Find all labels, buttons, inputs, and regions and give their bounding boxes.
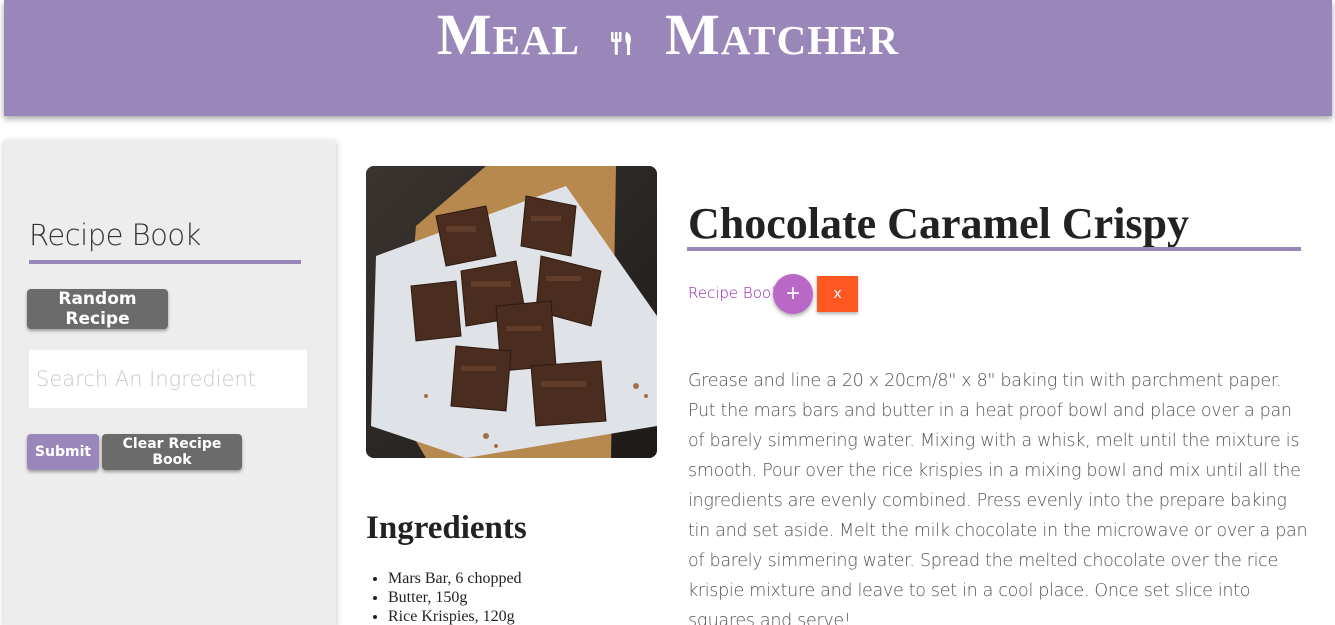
ingredient-item: Butter, 150g <box>388 588 522 607</box>
logo-text-left: Meal <box>436 2 580 67</box>
clear-recipe-book-button[interactable]: Clear Recipe Book <box>102 434 242 470</box>
ingredient-search-input[interactable] <box>29 350 307 408</box>
recipe-title-underline <box>687 247 1301 251</box>
recipe-instructions: Grease and line a 20 x 20cm/8" x 8" baki… <box>688 371 1308 625</box>
remove-button[interactable]: x <box>817 276 858 312</box>
sidebar-title: Recipe Book <box>29 218 201 252</box>
random-recipe-button[interactable]: Random Recipe <box>27 289 168 329</box>
recipe-title: Chocolate Caramel Crispy <box>688 199 1190 248</box>
ingredients-list: Mars Bar, 6 chopped Butter, 150g Rice Kr… <box>388 569 522 625</box>
recipe-book-link[interactable]: Recipe Book <box>688 284 780 302</box>
sidebar-title-underline <box>29 260 301 264</box>
ingredients-heading: Ingredients <box>366 510 527 546</box>
add-to-book-button[interactable]: + <box>773 274 813 314</box>
ingredient-item: Rice Krispies, 120g <box>388 607 522 625</box>
ingredient-item: Mars Bar, 6 chopped <box>388 569 522 588</box>
site-logo[interactable]: Meal Matcher <box>4 2 1332 74</box>
submit-button[interactable]: Submit <box>27 434 99 470</box>
recipe-photo <box>366 166 657 458</box>
logo-text-right: Matcher <box>664 2 900 67</box>
recipe-book-sidebar: Recipe Book Random Recipe Submit Clear R… <box>4 140 336 625</box>
fork-knife-icon <box>609 4 635 70</box>
site-header: Meal Matcher <box>4 0 1332 116</box>
